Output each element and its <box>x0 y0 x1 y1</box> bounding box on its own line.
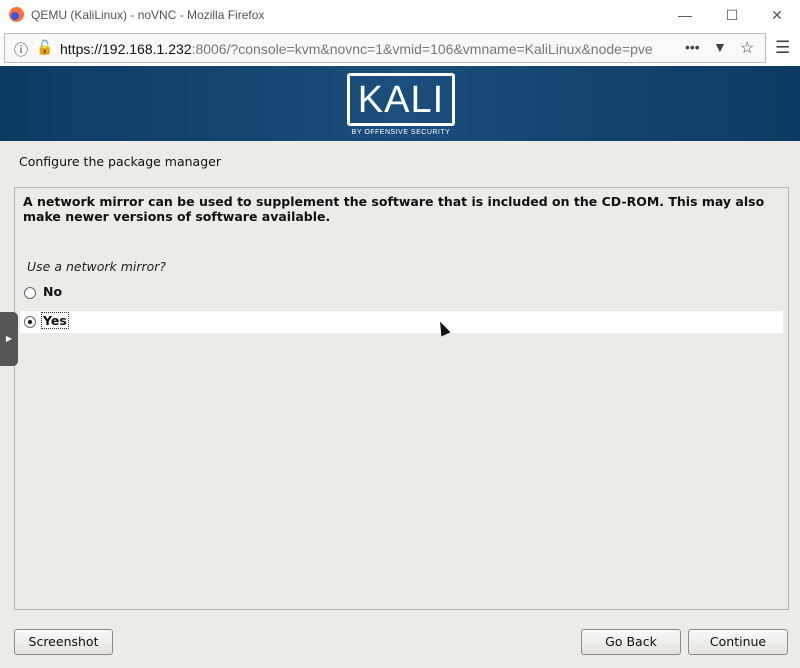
info-icon[interactable]: ⓘ <box>14 40 28 60</box>
radio-yes[interactable] <box>24 316 36 328</box>
option-no[interactable]: No <box>20 282 783 304</box>
continue-button[interactable]: Continue <box>688 629 788 655</box>
option-label: Yes <box>41 312 69 329</box>
novnc-sidebar-handle[interactable]: ▶ <box>0 312 18 366</box>
question-panel: A network mirror can be used to suppleme… <box>14 187 789 610</box>
go-back-button[interactable]: Go Back <box>581 629 681 655</box>
address-bar[interactable]: ⓘ 🔓 https://192.168.1.232:8006/?console=… <box>4 33 766 63</box>
close-icon[interactable]: ✕ <box>762 4 792 26</box>
maximize-icon[interactable]: ☐ <box>717 4 747 26</box>
installer-content: Configure the package manager A network … <box>0 141 800 668</box>
pocket-icon[interactable]: ▼ <box>713 39 727 55</box>
firefox-icon <box>9 7 24 22</box>
more-icon[interactable]: ••• <box>685 39 700 55</box>
radio-no[interactable] <box>24 287 36 299</box>
url-text[interactable]: https://192.168.1.232:8006/?console=kvm&… <box>60 41 653 57</box>
window-title: QEMU (KaliLinux) - noVNC - Mozilla Firef… <box>31 8 265 22</box>
option-yes[interactable]: Yes <box>20 311 783 333</box>
window-titlebar: QEMU (KaliLinux) - noVNC - Mozilla Firef… <box>0 0 800 30</box>
minimize-icon[interactable]: — <box>670 4 700 26</box>
screenshot-button[interactable]: Screenshot <box>14 629 113 655</box>
kali-banner: KALI BY OFFENSIVE SECURITY <box>0 66 800 141</box>
bookmark-star-icon[interactable]: ☆ <box>740 38 754 58</box>
insecure-lock-icon[interactable]: 🔓 <box>36 39 53 56</box>
url-host: https://192.168.1.232 <box>60 41 192 57</box>
menu-icon[interactable]: ☰ <box>775 38 790 58</box>
option-label: No <box>43 284 63 299</box>
question-label: Use a network mirror? <box>27 259 167 274</box>
url-path: :8006/?console=kvm&novnc=1&vmid=106&vmna… <box>191 41 653 57</box>
description: A network mirror can be used to suppleme… <box>23 194 765 224</box>
kali-tagline: BY OFFENSIVE SECURITY <box>351 129 451 136</box>
page-title: Configure the package manager <box>19 154 221 169</box>
kali-logo: KALI <box>347 73 455 126</box>
